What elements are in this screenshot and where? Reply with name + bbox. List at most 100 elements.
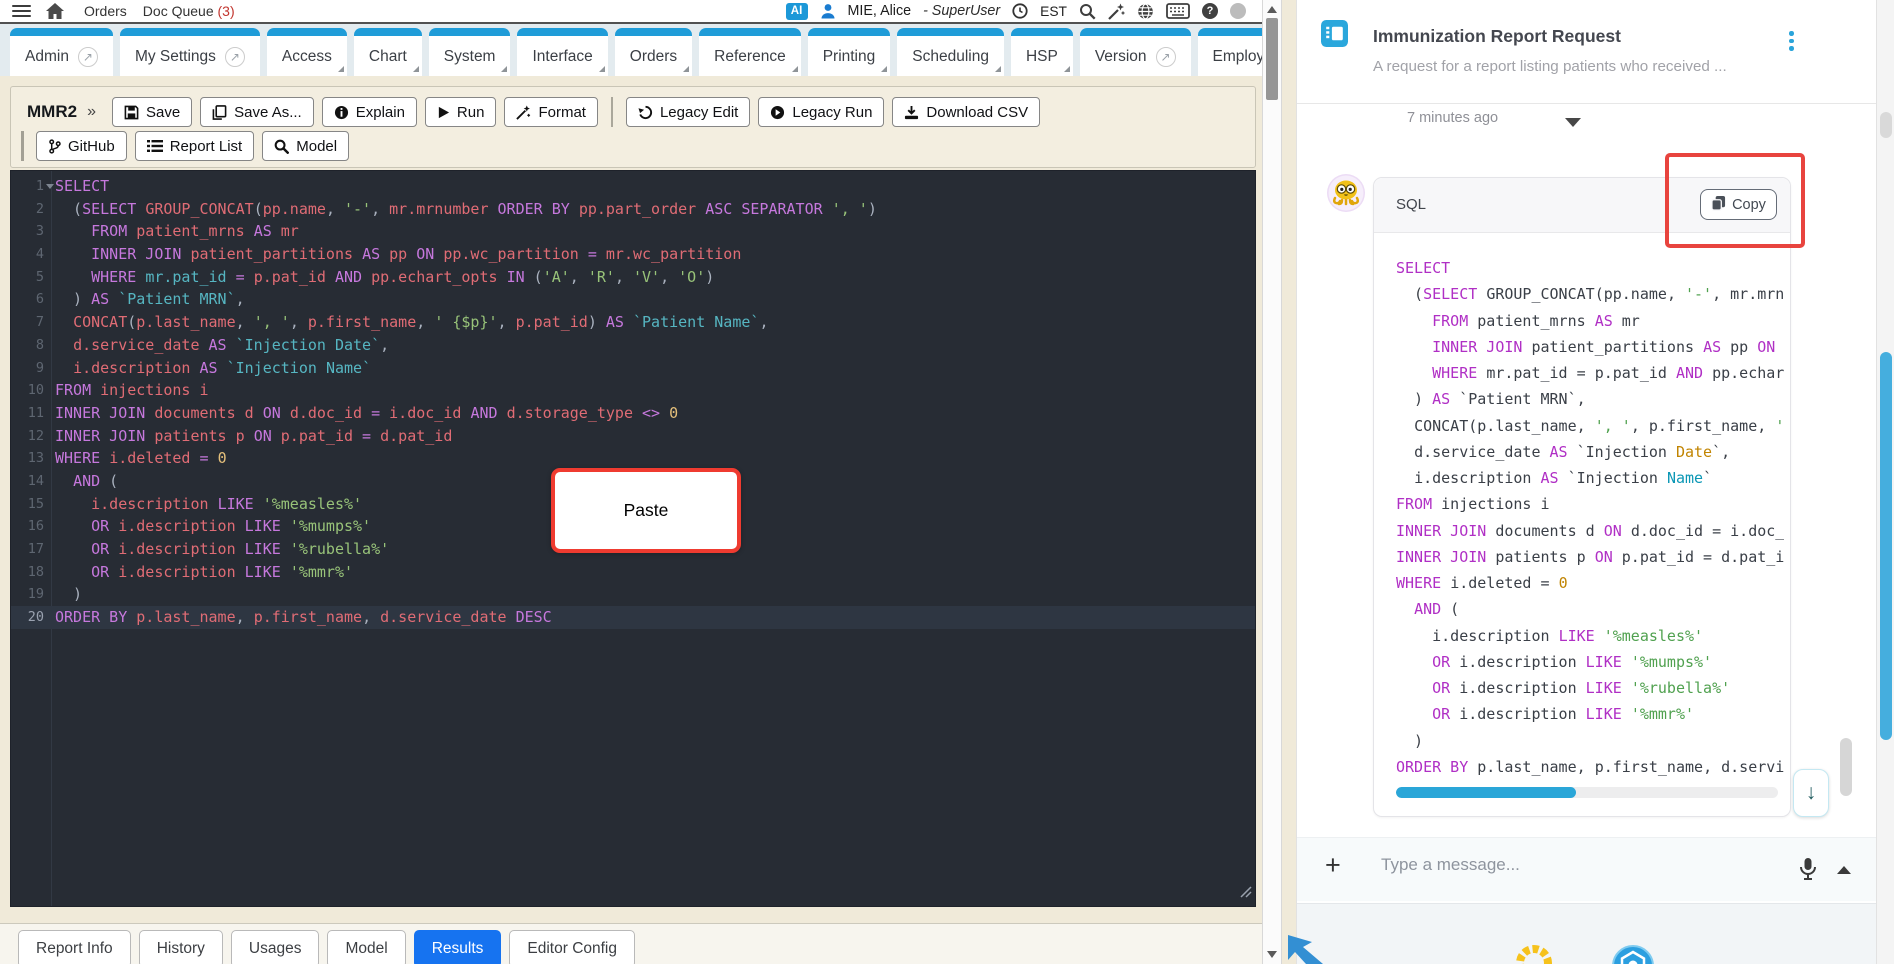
- ai-badge[interactable]: AI: [785, 2, 808, 20]
- code-line[interactable]: 20 ORDER BY p.last_name, p.first_name, d.…: [11, 606, 1255, 629]
- sql-snippet-line: ORDER BY p.last_name, p.first_name, d.se…: [1396, 757, 1784, 776]
- collapse-composer-icon[interactable]: [1837, 866, 1851, 874]
- sun-logo-icon[interactable]: [1511, 940, 1557, 964]
- nav-tab-orders[interactable]: Orders: [614, 28, 693, 76]
- left-pane-scrollbar[interactable]: [1262, 0, 1282, 964]
- code-line[interactable]: 18 OR i.description LIKE '%mmr%': [11, 561, 1255, 584]
- tab-results[interactable]: Results: [413, 930, 502, 964]
- tab-usages[interactable]: Usages: [230, 930, 320, 964]
- code-line[interactable]: 7 CONCAT(p.last_name, ', ', p.first_name…: [11, 311, 1255, 334]
- toolbar-button-label: Format: [538, 103, 586, 121]
- nav-tab-printing[interactable]: Printing: [807, 28, 891, 76]
- nav-tab-my-settings[interactable]: My Settings ↗: [119, 28, 260, 76]
- run-circle-icon: [770, 105, 785, 120]
- toolbar-button-save-as[interactable]: Save As...: [200, 97, 314, 127]
- code-text: SELECT: [55, 177, 110, 195]
- code-line[interactable]: 10 FROM injections i: [11, 379, 1255, 402]
- code-line[interactable]: 4 INNER JOIN patient_partitions AS pp ON…: [11, 243, 1255, 266]
- user-name[interactable]: MIE, Alice: [848, 3, 912, 19]
- copy-button-label: Copy: [1732, 196, 1766, 213]
- code-line[interactable]: 19 ): [11, 583, 1255, 606]
- code-line[interactable]: 2 (SELECT GROUP_CONCAT(pp.name, '-', mr.…: [11, 198, 1255, 221]
- toolbar-button-run[interactable]: Run: [424, 97, 497, 127]
- save-as-icon: [212, 104, 227, 120]
- sql-snippet-line: WHERE i.deleted = 0: [1396, 574, 1568, 592]
- nav-tab-admin[interactable]: Admin ↗: [10, 28, 113, 76]
- add-attachment-button[interactable]: +: [1325, 850, 1341, 881]
- toolbar-button-save[interactable]: Save: [111, 97, 193, 127]
- report-name-chevron[interactable]: »: [87, 103, 96, 121]
- keyboard-icon[interactable]: [1166, 3, 1190, 19]
- scroll-up-icon[interactable]: [1267, 6, 1277, 13]
- tab-model[interactable]: Model: [327, 930, 406, 964]
- toolbar-button-github[interactable]: GitHub: [36, 131, 127, 161]
- code-line[interactable]: 11 INNER JOIN documents d ON d.doc_id = i…: [11, 402, 1255, 425]
- line-number: 6: [35, 291, 44, 308]
- nav-tab-version[interactable]: Version ↗: [1079, 28, 1191, 76]
- clock-icon: [1012, 3, 1028, 19]
- nav-tab-system[interactable]: System: [428, 28, 511, 76]
- code-text: ORDER BY p.last_name, p.first_name, d.se…: [55, 608, 552, 627]
- code-line[interactable]: 8 d.service_date AS `Injection Date`,: [11, 334, 1255, 357]
- code-text: i.description AS `Injection Name`: [73, 358, 372, 377]
- nav-tab-scheduling[interactable]: Scheduling: [897, 28, 1004, 76]
- line-number: 5: [35, 268, 44, 285]
- scrollbar-cap[interactable]: [1880, 112, 1892, 138]
- collapse-message-icon[interactable]: [1565, 118, 1581, 127]
- microphone-icon[interactable]: [1799, 857, 1817, 886]
- breadcrumb-orders[interactable]: Orders: [84, 3, 127, 19]
- scroll-down-icon[interactable]: [1267, 951, 1277, 958]
- external-link-icon: ↗: [1155, 46, 1176, 67]
- nav-tab-label: Access: [281, 47, 332, 65]
- message-input[interactable]: [1381, 855, 1771, 875]
- nav-tab-reference[interactable]: Reference: [699, 28, 801, 76]
- chat-scrollbar-thumb[interactable]: [1840, 738, 1852, 796]
- globe-icon[interactable]: [1137, 3, 1154, 20]
- code-line[interactable]: 13 WHERE i.deleted = 0: [11, 447, 1255, 470]
- help-icon[interactable]: ?: [1202, 3, 1218, 19]
- panel-menu-icon[interactable]: [1789, 28, 1794, 54]
- line-number: 10: [27, 382, 44, 399]
- code-text: WHERE mr.pat_id = p.pat_id AND pp.echart…: [91, 267, 715, 286]
- code-line[interactable]: 5 WHERE mr.pat_id = p.pat_id AND pp.echa…: [11, 266, 1255, 289]
- window-scrollbar[interactable]: [1876, 0, 1894, 964]
- fold-caret-icon[interactable]: [46, 184, 54, 189]
- sql-snippet-line: i.description AS `Injection Name`: [1414, 469, 1713, 487]
- toolbar-button-report-list[interactable]: Report List: [134, 131, 255, 161]
- nav-tab-interface[interactable]: Interface: [517, 28, 609, 76]
- toolbar-separator: [610, 97, 613, 127]
- tab-history[interactable]: History: [138, 930, 223, 964]
- search-icon[interactable]: [1079, 3, 1096, 20]
- user-icon[interactable]: [820, 3, 836, 19]
- toolbar-button-legacy-edit[interactable]: Legacy Edit: [625, 97, 751, 127]
- code-line[interactable]: 1 SELECT: [11, 175, 1255, 198]
- paste-annotation[interactable]: Paste: [551, 468, 741, 553]
- resize-grip[interactable]: [1239, 885, 1252, 903]
- code-line[interactable]: 3 FROM patient_mrns AS mr: [11, 220, 1255, 243]
- tab-editor-config[interactable]: Editor Config: [509, 930, 635, 964]
- toolbar-button-format[interactable]: Format: [504, 97, 598, 127]
- tab-report-info[interactable]: Report Info: [18, 930, 131, 964]
- nav-tab-chart[interactable]: Chart: [353, 28, 422, 76]
- home-icon[interactable]: [46, 3, 64, 19]
- nav-tab-hsp[interactable]: HSP: [1010, 28, 1073, 76]
- code-line[interactable]: 6 ) AS `Patient MRN`,: [11, 288, 1255, 311]
- code-line[interactable]: 9 i.description AS `Injection Name`: [11, 357, 1255, 380]
- copy-button[interactable]: Copy: [1700, 189, 1777, 220]
- scrollbar-thumb[interactable]: [1266, 18, 1278, 100]
- toolbar-button-explain[interactable]: Explain: [321, 97, 417, 127]
- nav-tab-label: Admin: [25, 47, 69, 65]
- window-scrollbar-thumb[interactable]: [1880, 352, 1892, 740]
- nav-tab-employer-organizations[interactable]: Employer Organizations↗: [1197, 28, 1262, 76]
- line-number: 7: [35, 314, 44, 331]
- toolbar-button-legacy-run[interactable]: Legacy Run: [758, 97, 885, 127]
- breadcrumb-doc-queue[interactable]: Doc Queue (3): [143, 3, 235, 19]
- nav-tab-access[interactable]: Access: [266, 28, 347, 76]
- menu-icon[interactable]: [12, 2, 31, 19]
- scroll-to-bottom-button[interactable]: ↓: [1793, 769, 1829, 817]
- wand-icon[interactable]: [1108, 3, 1125, 20]
- code-line[interactable]: 12 INNER JOIN patients p ON p.pat_id = d.…: [11, 425, 1255, 448]
- toolbar-button-model[interactable]: Model: [262, 131, 350, 161]
- toolbar-button-download-csv[interactable]: Download CSV: [892, 97, 1041, 127]
- assistant-logo-icon[interactable]: [1611, 944, 1655, 964]
